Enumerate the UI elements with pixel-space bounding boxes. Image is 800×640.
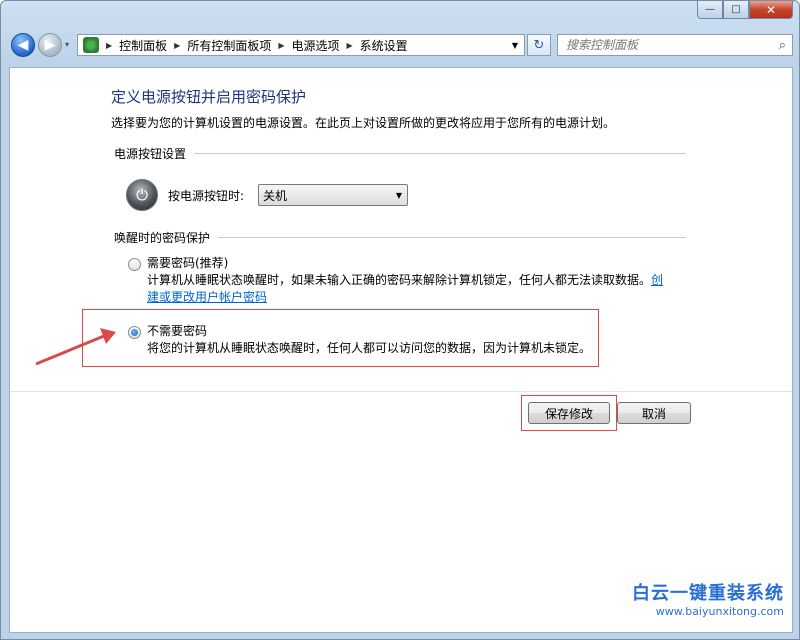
radio-label: 需要密码(推荐)	[147, 256, 229, 270]
watermark: 白云一键重装系统 www.baiyunxitong.com	[632, 579, 784, 618]
refresh-button[interactable]: ↻	[527, 34, 551, 56]
require-password-option[interactable]: 需要密码(推荐) 计算机从睡眠状态唤醒时，如果未输入正确的密码来解除计算机锁定，…	[128, 255, 667, 306]
address-dropdown-icon[interactable]: ▼	[512, 41, 518, 50]
recent-pages-dropdown[interactable]: ▾	[65, 40, 69, 49]
breadcrumb-system-settings[interactable]: 系统设置	[360, 37, 408, 54]
maximize-button[interactable]: □	[723, 1, 749, 19]
power-button-section-header: 电源按钮设置	[114, 145, 686, 162]
chevron-down-icon: ▼	[395, 190, 402, 200]
back-arrow-icon: ◀	[17, 37, 29, 53]
control-panel-window: — □ ✕ ◀ ▶ ▾ ▶ 控制面板 ▶ 所有控制面板项 ▶ 电源选项 ▶ 系统…	[0, 0, 800, 640]
power-button-action-select[interactable]: 关机 ▼	[258, 184, 408, 206]
breadcrumb-power-options[interactable]: 电源选项	[292, 37, 340, 54]
watermark-title: 白云一键重装系统	[632, 583, 784, 604]
breadcrumb-separator[interactable]: ▶	[106, 41, 112, 50]
page-description: 选择要为您的计算机设置的电源设置。在此页上对设置所做的更改将应用于您所有的电源计…	[111, 116, 616, 130]
require-password-radio[interactable]	[128, 258, 141, 271]
forward-arrow-icon: ▶	[44, 37, 56, 53]
power-button-label: 按电源按钮时:	[168, 189, 245, 203]
no-password-radio[interactable]	[128, 326, 141, 339]
section-divider	[218, 237, 686, 238]
breadcrumb-separator[interactable]: ▶	[174, 41, 180, 50]
caption-buttons: — □ ✕	[697, 1, 793, 19]
control-panel-icon	[83, 37, 99, 53]
refresh-icon: ↻	[533, 37, 545, 53]
wake-password-section-header: 唤醒时的密码保护	[114, 229, 686, 246]
no-password-option[interactable]: 不需要密码 将您的计算机从睡眠状态唤醒时，任何人都可以访问您的数据，因为计算机未…	[128, 323, 667, 357]
breadcrumb-control-panel[interactable]: 控制面板	[119, 37, 167, 54]
content-pane: 定义电源按钮并启用密码保护 选择要为您的计算机设置的电源设置。在此页上对设置所做…	[9, 67, 793, 633]
radio-description: 计算机从睡眠状态唤醒时，如果未输入正确的密码来解除计算机锁定，任何人都无法读取数…	[147, 272, 667, 306]
power-symbol-icon: ⏻	[136, 186, 148, 204]
breadcrumb-separator[interactable]: ▶	[278, 41, 284, 50]
minimize-button[interactable]: —	[697, 1, 723, 19]
radio-label: 不需要密码	[147, 324, 208, 338]
back-button[interactable]: ◀	[11, 33, 35, 57]
breadcrumb-separator[interactable]: ▶	[347, 41, 353, 50]
radio-description: 将您的计算机从睡眠状态唤醒时，任何人都可以访问您的数据，因为计算机未锁定。	[147, 341, 592, 355]
navigation-bar: ◀ ▶ ▾ ▶ 控制面板 ▶ 所有控制面板项 ▶ 电源选项 ▶ 系统设置 ▼ ↻…	[9, 33, 793, 59]
page-title: 定义电源按钮并启用密码保护	[111, 88, 307, 106]
section-divider	[194, 153, 686, 154]
search-input[interactable]	[564, 37, 779, 53]
search-icon[interactable]: ⌕	[779, 38, 786, 53]
watermark-url: www.baiyunxitong.com	[655, 605, 784, 618]
section-title: 唤醒时的密码保护	[114, 231, 211, 245]
section-title: 电源按钮设置	[114, 147, 187, 161]
footer-divider	[10, 391, 792, 392]
address-bar[interactable]: ▶ 控制面板 ▶ 所有控制面板项 ▶ 电源选项 ▶ 系统设置 ▼	[77, 34, 525, 56]
power-icon: ⏻	[126, 179, 158, 211]
select-value: 关机	[263, 188, 288, 203]
breadcrumb-all-items[interactable]: 所有控制面板项	[187, 37, 271, 54]
cancel-button[interactable]: 取消	[617, 402, 691, 424]
forward-button[interactable]: ▶	[38, 33, 62, 57]
option-description-text: 计算机从睡眠状态唤醒时，如果未输入正确的密码来解除计算机锁定，任何人都无法读取数…	[147, 273, 652, 287]
annotation-arrow-icon	[35, 328, 116, 366]
save-changes-button[interactable]: 保存修改	[528, 402, 610, 424]
search-box[interactable]: ⌕	[557, 34, 793, 56]
close-button[interactable]: ✕	[749, 1, 793, 19]
